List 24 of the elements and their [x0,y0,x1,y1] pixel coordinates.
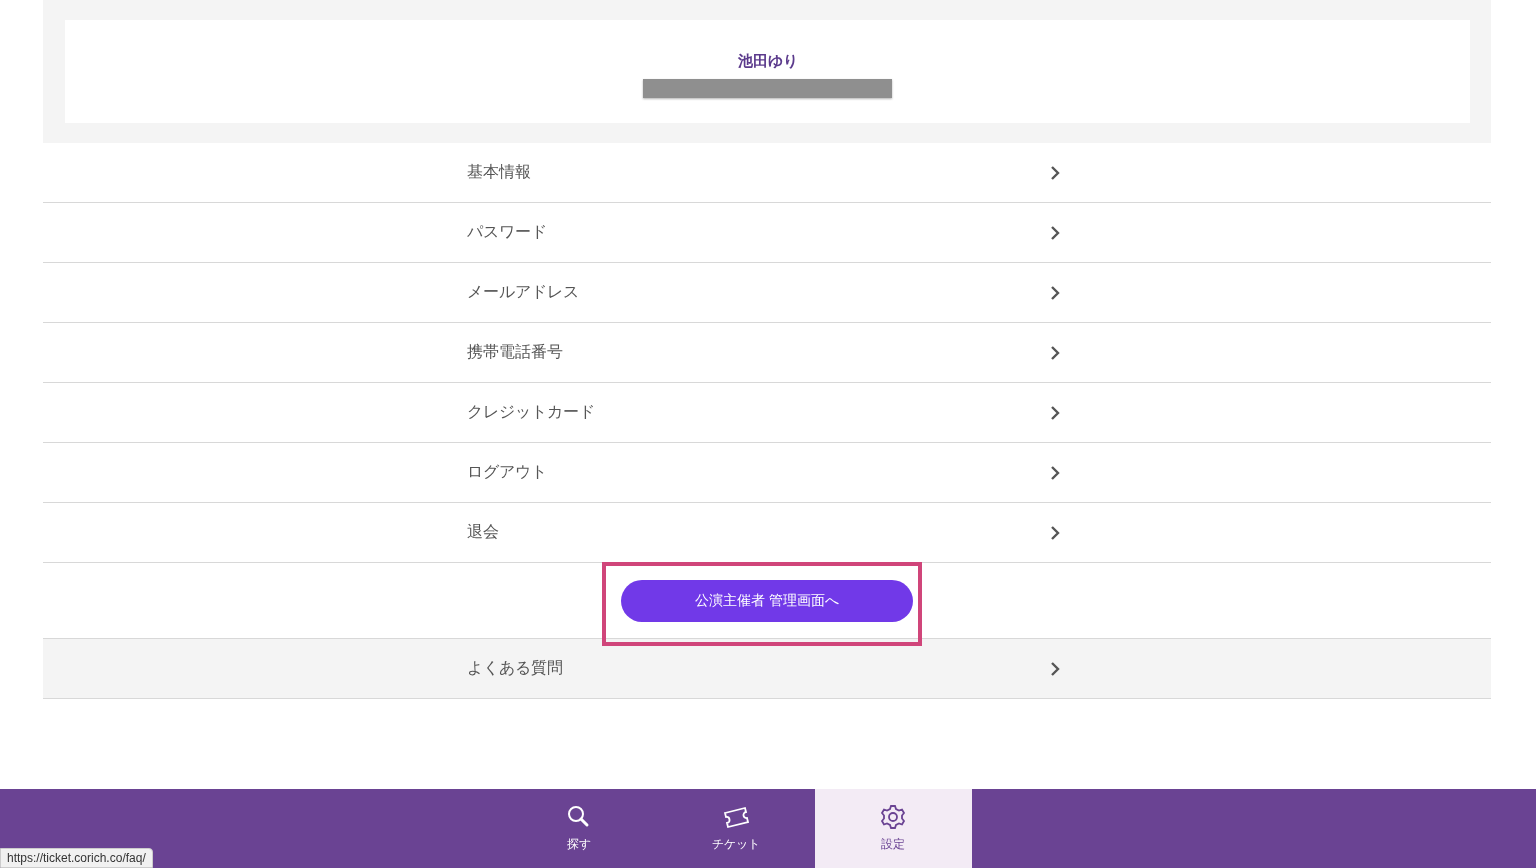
chevron-right-icon [1049,464,1061,481]
menu-item[interactable]: ログアウト [43,443,1491,503]
status-url: https://ticket.corich.co/faq/ [0,848,153,868]
menu-item[interactable]: メールアドレス [43,263,1491,323]
menu-item[interactable]: 退会 [43,503,1491,563]
settings-icon [879,804,907,830]
tab[interactable]: 設定 [814,789,972,868]
tab[interactable]: チケット [657,789,815,868]
menu-item[interactable]: クレジットカード [43,383,1491,443]
menu-item[interactable]: パスワード [43,203,1491,263]
chevron-right-icon [1049,344,1061,361]
chevron-right-icon [1049,524,1061,541]
chevron-right-icon [1049,284,1061,301]
chevron-right-icon [1049,404,1061,421]
faq-link-row[interactable]: よくある質問 [43,638,1491,699]
admin-button[interactable]: 公演主催者 管理画面へ [621,579,913,622]
chevron-right-icon [1049,224,1061,241]
user-name: 池田ゆり [737,52,798,71]
menu-item[interactable]: 携帯電話番号 [43,323,1491,383]
chevron-right-icon [1049,660,1061,677]
ticket-icon [722,804,750,830]
tab[interactable]: 探す [500,789,658,868]
menu-item[interactable]: 基本情報 [43,143,1491,203]
chevron-right-icon [1049,164,1061,181]
